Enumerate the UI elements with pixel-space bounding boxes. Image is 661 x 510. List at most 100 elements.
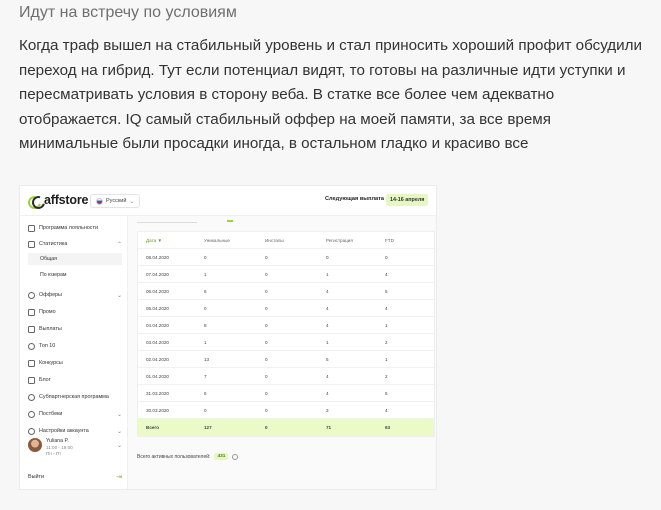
sidebar-item-promo[interactable]: Промо (28, 306, 122, 318)
article-paragraph: Когда траф вышел на стабильный уровень и… (19, 37, 642, 152)
table-cell: 4 (385, 408, 388, 413)
table-row: 31.03.2020 6 0 4 5 (138, 385, 434, 402)
sidebar-item-account-settings[interactable]: Настройки аккаунта ⌄ (28, 425, 122, 437)
sidebar-item-blog[interactable]: Блог (28, 374, 122, 386)
loyalty-icon (28, 224, 35, 232)
column-header-ftd[interactable]: FTD (385, 232, 394, 249)
table-cell: 1 (385, 357, 388, 362)
table-row: 30.03.2020 0 0 3 4 (138, 402, 434, 419)
table-cell: 4 (326, 323, 329, 328)
chevron-down-icon: ⌄ (116, 443, 122, 449)
total-ftd: 63 (385, 425, 391, 430)
sidebar-item-label: Топ 10 (39, 343, 56, 349)
contests-icon (28, 359, 35, 367)
logout-label: Выйти (28, 474, 44, 480)
sidebar-item-contests[interactable]: Конкурсы (28, 357, 122, 369)
table-cell: 07.04.2020 (146, 272, 169, 277)
table-cell: 0 (265, 255, 268, 260)
sidebar-item-label: Офферы (39, 292, 62, 298)
next-payout-label: Следующая выплата (325, 196, 384, 202)
app-topbar: affstore Русский ⌄ Следующая выплата 14-… (20, 186, 436, 216)
stats-table: Дата ▼ Уникальные Инсталы Регистрация FT… (137, 231, 435, 437)
promo-icon (28, 308, 35, 316)
table-cell: 01.04.2020 (146, 374, 169, 379)
table-cell: 03.04.2020 (146, 340, 169, 345)
table-cell: 0 (265, 408, 268, 413)
table-cell: 4 (385, 272, 388, 277)
total-label: Всего (146, 425, 160, 430)
table-header-row: Дата ▼ Уникальные Инсталы Регистрация FT… (138, 232, 434, 249)
table-cell: 0 (204, 255, 207, 260)
russia-flag-icon (96, 197, 103, 205)
app-logo[interactable]: affstore (28, 193, 88, 207)
next-payout-dates: 14-16 апреля (386, 194, 429, 206)
table-cell: 5 (385, 289, 388, 294)
manager-name: Yuliana P. (46, 438, 69, 444)
table-cell: 0 (204, 408, 207, 413)
total-registrations: 71 (326, 425, 332, 430)
table-row: 02.04.2020 13 0 5 1 (138, 351, 434, 368)
table-row: 07.04.2020 1 0 1 4 (138, 266, 434, 283)
table-cell: 4 (326, 289, 329, 294)
sidebar-subitem-by-users[interactable]: По юзерам (28, 269, 122, 281)
table-cell: 02.04.2020 (146, 357, 169, 362)
payouts-icon (28, 325, 35, 333)
table-cell: 5 (326, 357, 329, 362)
avatar (28, 438, 42, 452)
table-cell: 2 (385, 374, 388, 379)
table-cell: 2 (385, 340, 388, 345)
embedded-screenshot: affstore Русский ⌄ Следующая выплата 14-… (19, 185, 437, 490)
table-row: 05.04.2020 0 0 4 4 (138, 300, 434, 317)
table-row: 03.04.2020 1 0 1 2 (138, 334, 434, 351)
chevron-down-icon: ⌄ (116, 411, 122, 418)
sidebar-item-top10[interactable]: Топ 10 (28, 340, 122, 352)
table-cell: 08.04.2020 (146, 255, 169, 260)
blog-icon (28, 376, 35, 384)
logout-button[interactable]: Выйти ⇥ (28, 474, 122, 481)
sidebar-item-label: Промо (39, 309, 56, 315)
manager-hours: 11:00 - 19:00 (46, 445, 73, 450)
sidebar-item-payouts[interactable]: Выплаты (28, 323, 122, 335)
postbacks-icon (28, 410, 35, 418)
table-cell: 04.04.2020 (146, 323, 169, 328)
table-cell: 06.04.2020 (146, 289, 169, 294)
info-icon[interactable] (232, 453, 239, 460)
sidebar-item-offers[interactable]: Офферы ⌄ (28, 289, 122, 301)
sidebar-item-label: Конкурсы (39, 360, 63, 366)
column-header-date[interactable]: Дата ▼ (146, 232, 162, 249)
table-cell: 1 (385, 323, 388, 328)
sidebar-item-label: Программа лояльности (39, 225, 98, 231)
trophy-icon (28, 342, 35, 350)
table-cell: 0 (265, 306, 268, 311)
table-cell: 6 (204, 289, 207, 294)
article-heading: Идут на встречу по условиям (19, 4, 237, 21)
sidebar-item-label: Статистика (39, 241, 68, 247)
filter-bar (137, 219, 197, 223)
sidebar-item-label: Субпартнерская программа (39, 394, 109, 400)
table-cell: 4 (385, 306, 388, 311)
table-cell: 0 (326, 255, 329, 260)
sidebar-item-label: Настройки аккаунта (39, 428, 89, 434)
table-row: 06.04.2020 6 0 4 5 (138, 283, 434, 300)
table-cell: 13 (204, 357, 210, 362)
sidebar-subitem-general[interactable]: Общая (28, 253, 122, 265)
table-row: 08.04.2020 0 0 0 0 (138, 249, 434, 266)
active-users-label: Всего активных пользователей: (137, 453, 211, 460)
main-content: Дата ▼ Уникальные Инсталы Регистрация FT… (128, 216, 436, 489)
sidebar-item-label: Постбеки (39, 411, 63, 417)
column-header-registrations[interactable]: Регистрация (326, 232, 353, 249)
sidebar-item-postbacks[interactable]: Постбеки ⌄ (28, 408, 122, 420)
sidebar-item-loyalty[interactable]: Программа лояльности (28, 222, 122, 234)
sidebar-item-statistics[interactable]: Статистика ⌃ (28, 238, 122, 250)
active-users-footer: Всего активных пользователей: 431 (137, 453, 239, 460)
offers-icon (28, 291, 35, 299)
column-header-installs[interactable]: Инсталы (265, 232, 284, 249)
column-header-uniques[interactable]: Уникальные (204, 232, 230, 249)
chevron-down-icon: ⌄ (129, 198, 135, 205)
table-cell: 05.04.2020 (146, 306, 169, 311)
total-uniques: 127 (204, 425, 212, 430)
table-cell: 6 (204, 391, 207, 396)
language-select[interactable]: Русский ⌄ (90, 194, 141, 208)
sidebar-item-partner-program[interactable]: Субпартнерская программа (28, 391, 122, 403)
total-installs: 0 (265, 425, 268, 430)
